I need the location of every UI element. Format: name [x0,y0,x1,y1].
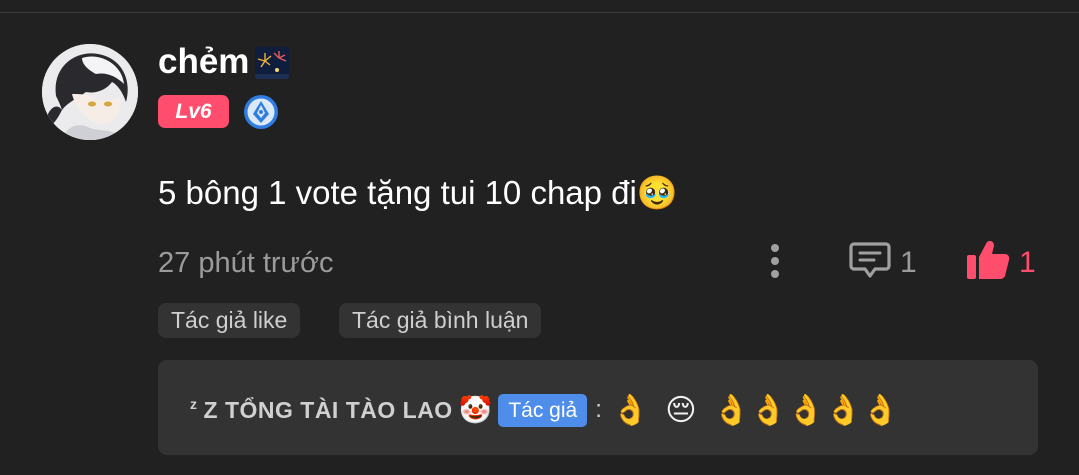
pensive-face-emoji: 😔 [665,392,697,428]
author-badge: Tác giả [498,393,588,427]
reply-icon[interactable] [848,239,892,281]
ok-hand-emoji: 👌 [611,392,650,428]
clown-emoji-icon: 🤡 [458,395,493,426]
like-count[interactable]: 1 [1019,243,1036,283]
reply-author-text: Z TỔNG TÀI TÀO LAO [203,396,453,423]
ok-hand-emoji-group: 👌👌👌👌👌 [712,392,900,428]
reply-author-sup: z [190,395,198,412]
reply-count[interactable]: 1 [900,243,917,283]
avatar[interactable] [42,44,138,140]
username[interactable]: chẻm [158,40,249,84]
tag-author-liked: Tác giả like [158,303,301,338]
comment-text: 5 bông 1 vote tặng tui 10 chap đi🥹 [158,174,678,211]
fireworks-flair-icon [255,47,289,79]
like-icon[interactable] [965,238,1011,282]
tag-author-replied: Tác giả bình luận [339,303,542,338]
comment-time: 27 phút trước [158,247,334,279]
more-icon[interactable] [762,240,788,284]
reply-separator: : [595,396,602,423]
top-divider [0,12,1079,13]
creator-badge-icon [243,94,279,130]
level-badge: Lv6 [158,95,229,128]
reply-preview[interactable]: z Z TỔNG TÀI TÀO LAO 🤡 Tác giả : 👌 😔 👌👌👌👌… [158,360,1038,455]
reply-author-name[interactable]: z Z TỔNG TÀI TÀO LAO [190,395,453,424]
reply-preview-line: z Z TỔNG TÀI TÀO LAO 🤡 Tác giả : 👌 😔 👌👌👌👌… [190,390,899,430]
